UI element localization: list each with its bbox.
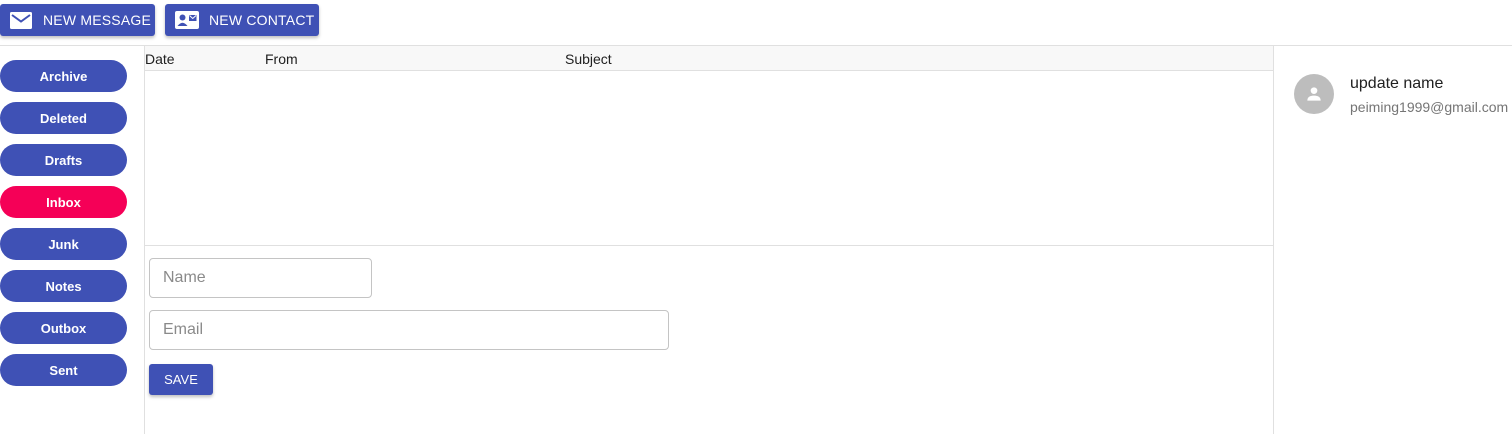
contact-email: peiming1999@gmail.com — [1350, 99, 1509, 115]
folder-sent[interactable]: Sent — [0, 354, 127, 386]
folder-drafts[interactable]: Drafts — [0, 144, 127, 176]
name-input[interactable] — [149, 258, 372, 298]
email-input[interactable] — [149, 310, 669, 350]
contact-card-icon — [175, 11, 199, 29]
contact-panel: update name peiming1999@gmail.com — [1273, 46, 1512, 434]
message-list-header: Date From Subject — [145, 46, 1273, 71]
new-contact-button[interactable]: NEW CONTACT — [165, 4, 319, 36]
folder-outbox[interactable]: Outbox — [0, 312, 127, 344]
folder-archive[interactable]: Archive — [0, 60, 127, 92]
toolbar: NEW MESSAGE NEW CONTACT — [0, 0, 1512, 46]
folder-notes[interactable]: Notes — [0, 270, 127, 302]
column-header-from[interactable]: From — [265, 51, 298, 67]
new-message-button[interactable]: NEW MESSAGE — [0, 4, 155, 36]
folder-inbox[interactable]: Inbox — [0, 186, 127, 218]
folder-sidebar: Archive Deleted Drafts Inbox Junk Notes … — [0, 46, 145, 434]
folder-deleted[interactable]: Deleted — [0, 102, 127, 134]
column-header-subject[interactable]: Subject — [565, 51, 612, 67]
mail-icon — [10, 11, 32, 29]
save-button[interactable]: SAVE — [149, 364, 213, 395]
folder-junk[interactable]: Junk — [0, 228, 127, 260]
contact-name: update name — [1350, 75, 1444, 92]
message-list — [145, 71, 1273, 246]
contact-item[interactable]: update name peiming1999@gmail.com — [1294, 72, 1512, 118]
person-icon — [1307, 87, 1321, 101]
column-header-date[interactable]: Date — [145, 51, 175, 67]
new-message-label: NEW MESSAGE — [43, 12, 151, 28]
new-contact-label: NEW CONTACT — [209, 12, 315, 28]
avatar — [1294, 74, 1334, 114]
